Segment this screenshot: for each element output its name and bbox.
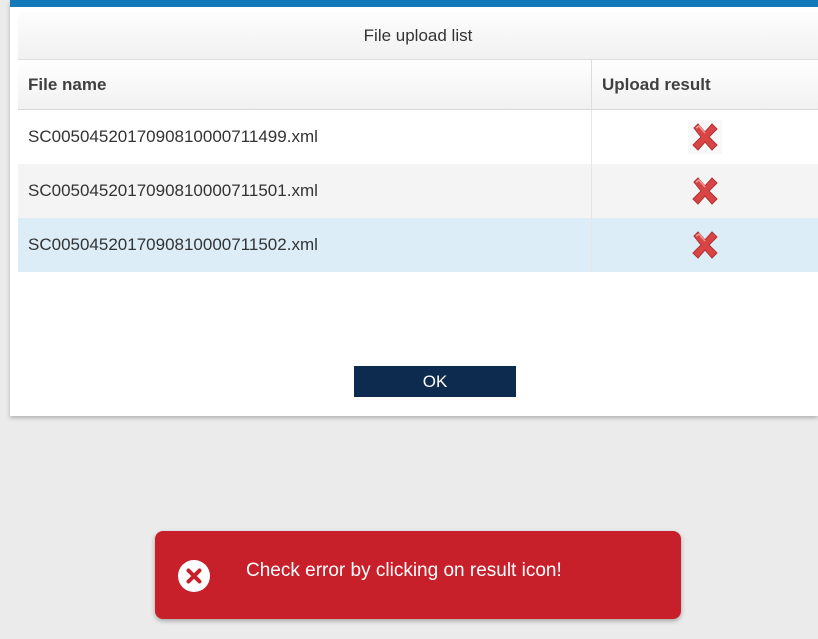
- table-row[interactable]: SC0050452017090810000711501.xml: [18, 164, 818, 218]
- table-row[interactable]: SC005045201709081000071149­9.xml: [18, 110, 818, 164]
- error-circle-icon: [178, 560, 210, 592]
- error-toast: Check error by clicking on result icon!: [155, 531, 681, 619]
- toast-message: Check error by clicking on result icon!: [246, 560, 562, 581]
- upload-grid: File name Upload result SC00504520170908…: [18, 60, 818, 272]
- file-name-cell: SC005045201709081000071149­9.xml: [18, 110, 592, 164]
- result-cell: [592, 164, 818, 218]
- dialog-accent-bar: [10, 0, 818, 7]
- result-cell: [592, 218, 818, 272]
- dialog-title: File upload list: [18, 12, 818, 60]
- result-cell: [592, 110, 818, 164]
- error-x-icon[interactable]: [688, 228, 722, 262]
- ok-button[interactable]: OK: [354, 366, 516, 397]
- file-name-cell: SC0050452017090810000711502.xml: [18, 218, 592, 272]
- column-header-upload-result[interactable]: Upload result: [592, 60, 818, 109]
- column-header-file-name[interactable]: File name: [18, 60, 592, 109]
- table-row[interactable]: SC0050452017090810000711502.xml: [18, 218, 818, 272]
- file-upload-dialog: File upload list File name Upload result…: [10, 0, 818, 416]
- grid-header: File name Upload result: [18, 60, 818, 110]
- error-x-icon[interactable]: [688, 120, 722, 154]
- file-name-cell: SC0050452017090810000711501.xml: [18, 164, 592, 218]
- error-x-icon[interactable]: [688, 174, 722, 208]
